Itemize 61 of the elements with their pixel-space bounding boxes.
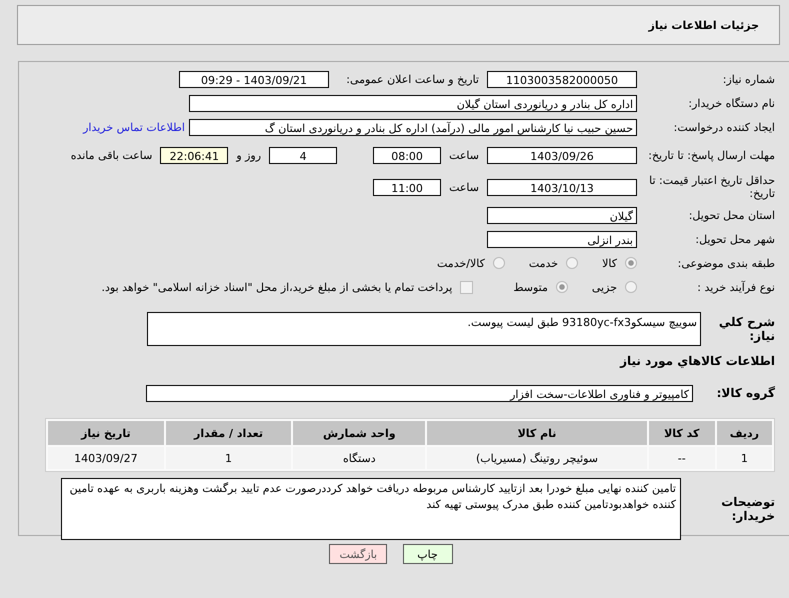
remaining-time-field: 22:06:41 — [160, 146, 228, 164]
field-label: ایجاد کننده درخواست: — [672, 120, 775, 134]
column-header: ردیف — [716, 421, 772, 445]
deadline-date-field: 1403/09/26 — [487, 146, 637, 164]
field-label: نام دستگاه خریدار: — [687, 96, 775, 110]
checkbox[interactable] — [460, 280, 474, 294]
field-label: تاریخ و ساعت اعلان عمومی: — [345, 72, 480, 86]
creator-field: حسین حبیب نیا کارشناس امور مالی (درآمد) اداره کل بنادر و دریانوردی استان گ — [189, 118, 637, 136]
field-label: طبقه بندی موضوعی: — [676, 256, 775, 270]
field-label: توضیحات خریدار: — [720, 495, 775, 523]
section-heading: اطلاعات کالاهاي مورد نياز — [618, 354, 775, 368]
province-field: گیلان — [487, 206, 637, 224]
announce-date-field: 1403/09/21 - 09:29 — [179, 70, 329, 88]
days-label: روز و — [234, 148, 262, 162]
time-label: ساعت — [448, 148, 480, 162]
description-textarea[interactable]: سوییچ سیسکو93180yc-fx3 طبق لیست پیوست. — [147, 312, 701, 346]
field-label: شرح کلي نياز: — [718, 315, 775, 343]
radio-button[interactable] — [625, 281, 637, 293]
radio-button[interactable] — [492, 257, 505, 269]
validity-date-field: 1403/10/13 — [487, 178, 637, 196]
time-label: ساعت — [448, 180, 480, 194]
radio-label: خدمت — [528, 256, 558, 270]
remaining-label: ساعت باقی مانده — [70, 148, 154, 162]
need-number-field: 1103003582000050 — [487, 70, 637, 88]
table-cell: 1 — [166, 447, 292, 469]
field-label: شهر محل تحویل: — [694, 232, 775, 246]
radio-button[interactable] — [566, 257, 578, 269]
field-label: مهلت ارسال پاسخ: تا تاریخ: — [647, 148, 775, 162]
column-header: کد کالا — [648, 421, 715, 445]
validity-time-field: 11:00 — [373, 178, 442, 196]
back-button[interactable]: بازگشت — [328, 544, 386, 564]
radio-label: جزیی — [592, 280, 617, 294]
table-cell: -- — [648, 447, 715, 469]
table-cell: دستگاه — [293, 447, 426, 469]
column-header: تاریخ نیاز — [48, 421, 164, 445]
field-label: حداقل تاریخ اعتبار قیمت: تا تاریخ: — [648, 174, 775, 200]
field-label: استان محل تحویل: — [688, 208, 775, 222]
column-header: نام کالا — [427, 421, 647, 445]
print-button[interactable]: چاپ — [402, 544, 452, 564]
radio-label: کالا/خدمت — [437, 256, 485, 270]
buyer-contact-link[interactable]: اطلاعات تماس خریدار — [83, 120, 189, 134]
page-title: جزئیات اطلاعات نیاز — [648, 18, 759, 32]
radio-label: متوسط — [513, 280, 548, 294]
buyer-org-field: اداره کل بنادر و دریانوردی استان گیلان — [189, 94, 637, 112]
buyer-notes-textarea[interactable]: تامین کننده نهایی مبلغ خودرا بعد ازتایید کارشناس مربوطه دریافت خواهد کرددرصورت عدم تایید برگشت وهزینه باربری به عهده تامین کننده خواهدبودتامین کننده طبق مدرک پیوستی تهیه کند — [61, 478, 681, 540]
city-field: بندر انزلی — [487, 230, 637, 248]
days-field: 4 — [269, 146, 338, 164]
table-cell: 1 — [716, 447, 772, 469]
goods-group-field: کامپیوتر و فناوری اطلاعات-سخت افزار — [146, 384, 693, 402]
table-cell: 1403/09/27 — [48, 447, 164, 469]
radio-label: کالا — [602, 256, 617, 270]
deadline-time-field: 08:00 — [373, 146, 442, 164]
radio-button[interactable] — [625, 257, 637, 269]
field-label: نوع فرآیند خرید : — [696, 280, 775, 294]
column-header: تعداد / مقدار — [166, 421, 292, 445]
field-label: گروه کالا: — [716, 386, 775, 400]
field-label: شماره نیاز: — [722, 72, 775, 86]
checkbox-label: پرداخت تمام یا بخشی از مبلغ خرید،از محل "اسناد خزانه اسلامی" خواهد بود. — [102, 280, 452, 294]
table-cell: سوئیچر روتینگ (مسیریاب) — [427, 447, 647, 469]
radio-button[interactable] — [556, 281, 568, 293]
column-header: واحد شمارش — [293, 421, 426, 445]
